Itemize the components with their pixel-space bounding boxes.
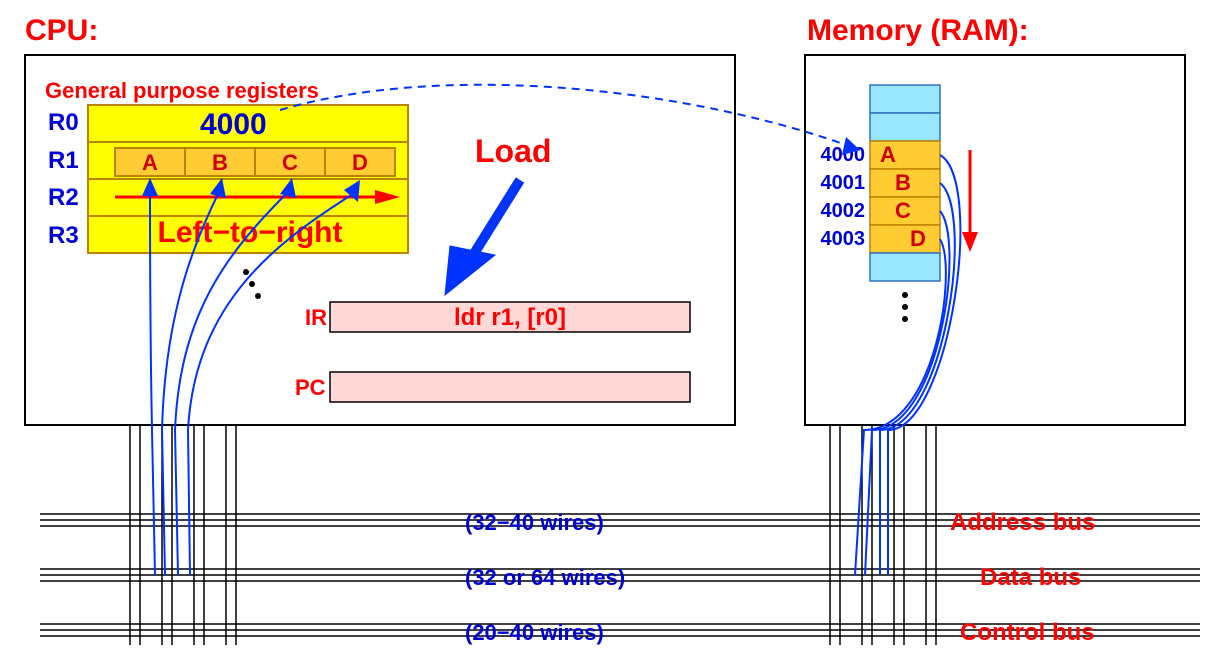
address-bus-label: Address bus [950, 509, 1095, 536]
pc-label: PC [295, 375, 326, 400]
reg-r0-label: R0 [48, 109, 79, 136]
reg-r0-value: 4000 [200, 108, 267, 141]
r1-byte-3: D [352, 150, 368, 175]
memory-bus-wires [830, 425, 936, 645]
reg-r2-label: R2 [48, 184, 79, 211]
data-bus-wires: (32 or 64 wires) [465, 565, 625, 590]
regs-header: General purpose registers [45, 78, 319, 103]
reg-r3-label: R3 [48, 222, 79, 249]
r1-byte-2: C [282, 150, 298, 175]
ir-label: IR [305, 305, 327, 330]
mem-addr-3: 4003 [821, 228, 866, 250]
pc-box [330, 372, 690, 402]
reg-r1-bytes: A B C D [115, 148, 395, 176]
ir-value: ldr r1, [r0] [454, 304, 566, 331]
r1-byte-0: A [142, 150, 158, 175]
memory-down-arrow [962, 150, 978, 252]
cpu-title: CPU: [25, 14, 98, 47]
r1-byte-1: B [212, 150, 228, 175]
memory-title: Memory (RAM): [807, 14, 1029, 47]
mem-byte-3: D [910, 226, 926, 251]
mem-addr-2: 4002 [821, 200, 866, 222]
mem-byte-1: B [895, 170, 911, 195]
control-bus-wires: (20−40 wires) [465, 620, 604, 645]
control-bus-label: Control bus [960, 619, 1095, 646]
mem-addr-0: 4000 [821, 144, 866, 166]
cpu-bus-wires [130, 425, 236, 645]
mem-addr-1: 4001 [821, 172, 866, 194]
load-arrow [445, 180, 520, 295]
load-label: Load [475, 133, 551, 169]
mem-byte-0: A [880, 142, 896, 167]
address-bus-wires: (32−40 wires) [465, 510, 604, 535]
mem-byte-2: C [895, 198, 911, 223]
memory-ellipsis [902, 292, 908, 322]
data-bus-label: Data bus [980, 564, 1081, 591]
reg-r1-label: R1 [48, 147, 79, 174]
